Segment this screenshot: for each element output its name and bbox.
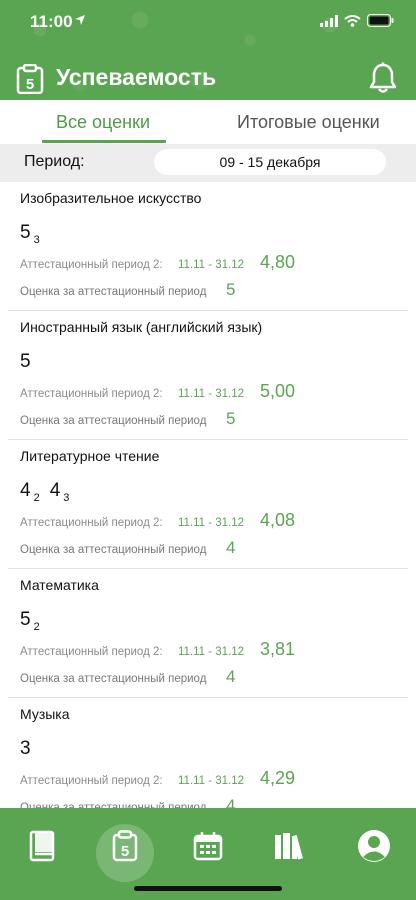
home-indicator bbox=[134, 886, 282, 891]
period-selector[interactable]: 09 - 15 декабря bbox=[154, 149, 386, 175]
grade-value: 5 bbox=[20, 351, 31, 372]
attestation-period-row: Аттестационный период 2: 11.11 - 31.12 3,8… bbox=[20, 639, 295, 660]
nav-schedule[interactable] bbox=[188, 826, 228, 866]
grade-value: 4 bbox=[49, 480, 61, 501]
subject-card[interactable]: Математика 5 2 Аттестационный период 2: 11.1… bbox=[8, 569, 408, 698]
library-books-icon bbox=[275, 833, 303, 860]
subject-card[interactable]: Литературное чтение 4 2 4 3 Аттестационный пе… bbox=[8, 440, 408, 569]
final-grade-value: 4 bbox=[226, 667, 236, 686]
app-header: 11:00 5 Успеваемость bbox=[0, 0, 416, 100]
title-bar: 5 Успеваемость bbox=[0, 58, 416, 98]
subject-name: Музыка bbox=[20, 706, 70, 722]
grades-clipboard-icon: 5 bbox=[16, 64, 44, 94]
attestation-period-range: 11.11 - 31.12 bbox=[178, 388, 245, 400]
status-icons bbox=[320, 14, 394, 27]
period-label: Период: bbox=[24, 153, 85, 170]
status-time: 11:00 bbox=[30, 12, 73, 31]
grade-value: 3 bbox=[20, 738, 31, 759]
attestation-period-label: Аттестационный период 2: bbox=[20, 517, 163, 529]
profile-icon bbox=[358, 830, 390, 862]
tab-final-grades[interactable]: Итоговые оценки bbox=[237, 112, 380, 133]
subject-name: Математика bbox=[20, 577, 99, 593]
average-grade: 3,81 bbox=[260, 639, 296, 659]
nav-diary[interactable] bbox=[22, 826, 62, 866]
attestation-period-label: Аттестационный период 2: bbox=[20, 259, 163, 271]
final-grade-value: 5 bbox=[226, 409, 236, 428]
final-grade-row: Оценка за аттестационный период 4 bbox=[20, 538, 235, 558]
grade-mark[interactable]: 5 bbox=[20, 351, 34, 375]
attestation-period-row: Аттестационный период 2: 11.11 - 31.12 4,2… bbox=[20, 768, 295, 789]
tab-all-grades[interactable]: Все оценки bbox=[56, 112, 150, 133]
status-bar: 11:00 bbox=[0, 0, 416, 44]
grade-list: 53 bbox=[20, 222, 40, 246]
grade-weight: 3 bbox=[63, 491, 70, 504]
final-grade-value: 5 bbox=[226, 280, 236, 299]
attestation-period-label: Аттестационный период 2: bbox=[20, 775, 163, 787]
subject-card[interactable]: Иностранный язык (английский язык) 5 Аттес… bbox=[8, 311, 408, 440]
grade-mark[interactable]: 53 bbox=[20, 222, 40, 246]
attestation-period-row: Аттестационный период 2: 11.11 - 31.12 4,0… bbox=[20, 510, 295, 531]
attestation-period-label: Аттестационный период 2: bbox=[20, 388, 163, 400]
grade-value: 5 bbox=[20, 609, 31, 630]
final-grade-value: 4 bbox=[226, 538, 236, 557]
attestation-period-range: 11.11 - 31.12 bbox=[178, 775, 245, 787]
location-arrow-icon bbox=[75, 15, 85, 25]
attestation-period-range: 11.11 - 31.12 bbox=[178, 259, 245, 271]
final-grade-value: 4 bbox=[226, 796, 236, 808]
svg-text:5: 5 bbox=[121, 843, 129, 860]
final-grade-row: Оценка за аттестационный период 5 bbox=[20, 280, 235, 300]
average-grade: 4,29 bbox=[260, 768, 296, 788]
nav-grades[interactable]: 5 bbox=[105, 826, 145, 866]
notification-bell-icon[interactable] bbox=[368, 62, 398, 94]
grade-tabs: Все оценки Итоговые оценки bbox=[0, 100, 416, 144]
subject-list[interactable]: Изобразительное искусство 5 3 Аттестационны… bbox=[0, 182, 416, 808]
average-grade: 5,00 bbox=[260, 381, 296, 401]
final-grade-label: Оценка за аттестационный период bbox=[20, 544, 207, 556]
grade-weight: 2 bbox=[33, 620, 40, 633]
subject-name: Иностранный язык (английский язык) bbox=[20, 319, 263, 335]
final-grade-row: Оценка за аттестационный период 4 bbox=[20, 667, 235, 687]
nav-profile[interactable] bbox=[354, 826, 394, 866]
grade-list: 3 bbox=[20, 738, 34, 762]
wifi-icon bbox=[344, 14, 361, 27]
svg-text:5: 5 bbox=[26, 76, 34, 93]
grade-list: 52 bbox=[20, 609, 40, 633]
attestation-period-label: Аттестационный период 2: bbox=[20, 646, 163, 658]
grade-weight: 3 bbox=[33, 233, 40, 246]
final-grade-row: Оценка за аттестационный период 4 bbox=[20, 796, 235, 808]
average-grade: 4,08 bbox=[260, 510, 296, 530]
final-grade-label: Оценка за аттестационный период bbox=[20, 286, 207, 298]
subject-name: Изобразительное искусство bbox=[20, 190, 202, 206]
attestation-period-row: Аттестационный период 2: 11.11 - 31.12 5,0… bbox=[20, 381, 295, 402]
final-grade-row: Оценка за аттестационный период 5 bbox=[20, 409, 235, 429]
signal-icon bbox=[320, 14, 338, 27]
average-grade: 4,80 bbox=[260, 252, 296, 272]
subject-name: Литературное чтение bbox=[20, 448, 160, 464]
page-title: Успеваемость bbox=[56, 64, 217, 90]
final-grade-label: Оценка за аттестационный период bbox=[20, 415, 207, 427]
attestation-period-row: Аттестационный период 2: 11.11 - 31.12 4,8… bbox=[20, 252, 295, 273]
final-grade-label: Оценка за аттестационный период bbox=[20, 673, 207, 685]
grade-mark[interactable]: 42 bbox=[20, 480, 40, 504]
period-bar: Период: 09 - 15 декабря bbox=[0, 144, 416, 182]
grade-value: 4 bbox=[20, 480, 31, 501]
grade-list: 5 bbox=[20, 351, 34, 375]
battery-icon bbox=[367, 14, 394, 27]
calendar-icon bbox=[193, 832, 223, 861]
diary-book-icon bbox=[29, 830, 55, 862]
grade-mark[interactable]: 3 bbox=[20, 738, 34, 762]
grade-mark[interactable]: 52 bbox=[20, 609, 40, 633]
grade-weight: 2 bbox=[33, 491, 40, 504]
grade-value: 5 bbox=[20, 222, 31, 243]
subject-card[interactable]: Изобразительное искусство 5 3 Аттестационны… bbox=[8, 182, 408, 311]
attestation-period-range: 11.11 - 31.12 bbox=[178, 646, 245, 658]
subject-card[interactable]: Музыка 3 Аттестационный период 2: 11.11 - 3… bbox=[8, 698, 408, 808]
active-tab-indicator bbox=[42, 140, 166, 143]
grade-list: 4243 bbox=[20, 480, 69, 504]
grades-clipboard-icon: 5 bbox=[112, 830, 138, 862]
nav-library[interactable] bbox=[270, 826, 310, 866]
grade-mark[interactable]: 43 bbox=[50, 480, 70, 504]
attestation-period-range: 11.11 - 31.12 bbox=[178, 517, 245, 529]
